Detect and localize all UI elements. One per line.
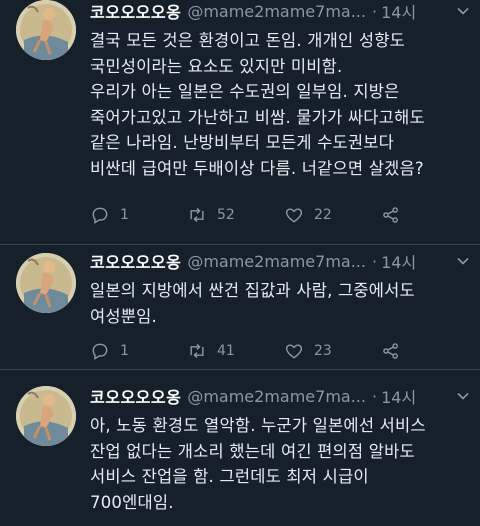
reply-button[interactable]: 1 bbox=[90, 341, 187, 361]
heart-icon bbox=[285, 344, 303, 359]
user-handle[interactable]: @mame2mame7ma... bbox=[187, 252, 366, 271]
tweet-text: 일본의 지방에서 싼건 집값과 사람, 그중에서도 여성뿐임. bbox=[90, 281, 415, 326]
retweet-count: 52 bbox=[217, 207, 235, 223]
display-name[interactable]: 코오오오오옹 bbox=[90, 384, 181, 408]
reply-count: 1 bbox=[120, 343, 129, 359]
retweet-count: 41 bbox=[217, 343, 235, 359]
retweet-button[interactable]: 41 bbox=[187, 341, 284, 361]
share-icon bbox=[383, 207, 398, 223]
reply-button[interactable]: 1 bbox=[90, 205, 187, 225]
heart-icon bbox=[285, 208, 303, 223]
separator-dot: · bbox=[371, 386, 378, 406]
retweet-icon bbox=[190, 207, 204, 223]
tweet-1[interactable]: 코오오오오옹 @mame2mame7ma... · 14시 결국 모든 것은 환… bbox=[0, 0, 480, 245]
timestamp[interactable]: 14시 bbox=[381, 0, 416, 23]
avatar-image bbox=[16, 253, 76, 313]
display-name[interactable]: 코오오오오옹 bbox=[90, 0, 181, 23]
avatar-image bbox=[16, 386, 76, 446]
user-handle[interactable]: @mame2mame7ma... bbox=[187, 2, 366, 21]
separator-dot: · bbox=[371, 1, 378, 21]
reply-icon bbox=[92, 207, 108, 224]
retweet-button[interactable]: 52 bbox=[187, 205, 284, 225]
like-button[interactable]: 22 bbox=[284, 205, 381, 225]
timestamp[interactable]: 14시 bbox=[381, 249, 416, 273]
like-count: 23 bbox=[314, 343, 332, 359]
reply-icon bbox=[92, 343, 108, 360]
chevron-down-icon[interactable] bbox=[450, 386, 470, 406]
tweet-text: 아, 노동 환경도 열악함. 누군가 일본에선 서비스 잔업 없다는 개소리 했… bbox=[90, 416, 426, 512]
avatar[interactable] bbox=[16, 0, 76, 60]
timestamp[interactable]: 14시 bbox=[381, 384, 416, 408]
avatar[interactable] bbox=[16, 386, 76, 446]
like-count: 22 bbox=[314, 207, 332, 223]
avatar-image bbox=[16, 0, 76, 60]
avatar[interactable] bbox=[16, 253, 76, 313]
share-icon bbox=[383, 343, 398, 359]
chevron-down-icon[interactable] bbox=[450, 1, 470, 21]
display-name[interactable]: 코오오오오옹 bbox=[90, 249, 181, 273]
chevron-down-icon[interactable] bbox=[450, 251, 470, 271]
reply-count: 1 bbox=[120, 207, 129, 223]
tweet-2[interactable]: 코오오오오옹 @mame2mame7ma... · 14시 일본의 지방에서 싼… bbox=[0, 245, 480, 370]
like-button[interactable]: 23 bbox=[284, 341, 381, 361]
retweet-icon bbox=[190, 343, 204, 359]
tweet-text: 결국 모든 것은 환경이고 돈임. 개개인 성향도 국민성이라는 요소도 있지만… bbox=[90, 31, 425, 178]
separator-dot: · bbox=[371, 251, 378, 271]
tweet-3[interactable]: 코오오오오옹 @mame2mame7ma... · 14시 아, 노동 환경도 … bbox=[0, 370, 480, 526]
share-button[interactable] bbox=[381, 341, 411, 361]
share-button[interactable] bbox=[381, 205, 411, 225]
user-handle[interactable]: @mame2mame7ma... bbox=[187, 387, 366, 406]
